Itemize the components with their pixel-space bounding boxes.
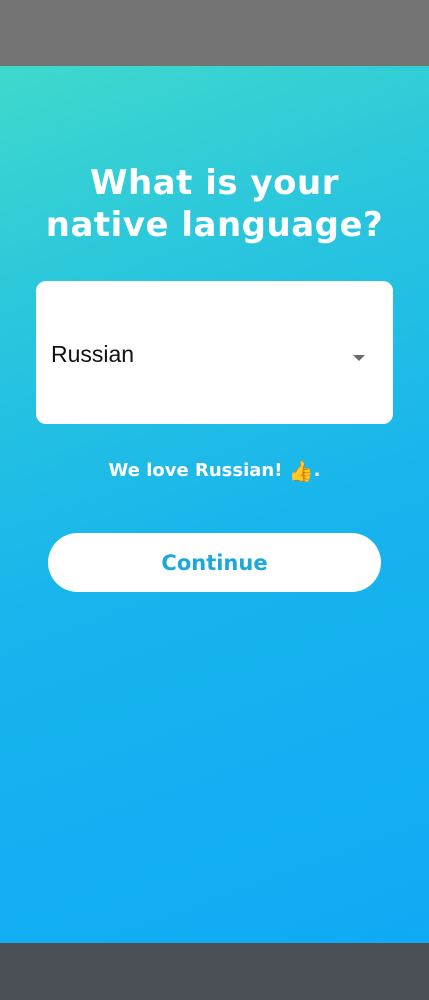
page-title-line-2: native language? <box>45 205 384 245</box>
language-screen: What is your native language? Russian We… <box>0 66 429 943</box>
language-confirmation-message: We love Russian! 👍. <box>0 459 429 483</box>
navigation-bar <box>0 943 429 1000</box>
selected-language-value: Russian <box>51 341 135 367</box>
continue-button[interactable]: Continue <box>48 533 381 592</box>
love-message-text: We love Russian! <box>108 460 289 481</box>
chevron-down-icon[interactable] <box>353 355 365 361</box>
thumbs-up-icon: 👍 <box>288 459 314 483</box>
page-title: What is your native language? <box>0 162 429 246</box>
native-language-select[interactable]: Russian <box>36 281 393 424</box>
love-message-suffix: . <box>313 460 321 481</box>
page-title-line-1: What is your <box>90 163 339 203</box>
status-bar <box>0 0 429 66</box>
